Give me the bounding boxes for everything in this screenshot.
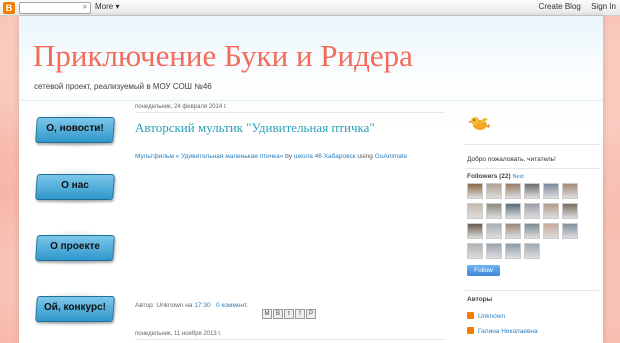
follower-avatar[interactable] [562,203,578,219]
sidebar-divider [465,290,599,291]
followers-heading: Followers (22) Next [467,173,524,180]
blogger-logo-icon[interactable]: B [3,2,15,14]
blogger-profile-icon [467,327,474,334]
search-input[interactable]: ⌕ [19,2,91,14]
post-date: понедельник, 11 ноября 2013 г. [135,331,445,340]
sign-in-link[interactable]: Sign In [591,2,616,11]
post-date: понедельник, 24 февраля 2014 г. [135,104,445,113]
sidebar-divider [465,168,599,169]
post-body-link[interactable]: Мультфильм « Удивительная маленькая птич… [135,153,283,160]
nav-right-links: Create Blog Sign In [531,2,616,11]
follower-avatar[interactable] [467,243,483,259]
follow-button[interactable]: Follow [467,265,500,276]
follower-avatar[interactable] [467,183,483,199]
blog-description: сетевой проект, реализуемый в МОУ СОШ №4… [34,82,212,91]
follower-avatar[interactable] [524,183,540,199]
menu-button-label: О, новости! [46,123,104,134]
follower-avatar[interactable] [505,183,521,199]
more-menu-button[interactable]: More ▾ [95,2,119,11]
follower-avatar[interactable] [467,203,483,219]
share-buttons: MBtfP [262,302,317,320]
follower-avatar[interactable] [524,203,540,219]
follower-avatar[interactable] [486,223,502,239]
author-item[interactable]: Unknown [467,312,505,320]
menu-button-label: О нас [61,180,89,191]
menu-button-contest[interactable]: Ой, конкурс! [27,290,123,328]
follower-avatar[interactable] [562,223,578,239]
email-share-icon[interactable]: M [262,309,272,319]
create-blog-link[interactable]: Create Blog [539,2,581,11]
menu-button-news[interactable]: О, новости! [27,111,123,149]
menu-button-label: Ой, конкурс! [44,302,106,313]
follower-avatar[interactable] [505,203,521,219]
blogger-profile-icon [467,312,474,319]
author-item[interactable]: Галина Николаевна [467,327,538,335]
follower-avatar[interactable] [486,203,502,219]
author-name: Unknown [478,313,506,320]
post-time-link[interactable]: 17:30 [194,302,210,309]
post-author: Автор: Unknown на [135,302,195,309]
followers-label: Followers (22) [467,173,511,180]
goanimate-link[interactable]: GoAnimate [375,153,408,160]
header-divider [19,100,603,101]
welcome-text: Добро пожаловать, читатель! [467,156,556,163]
follower-avatar[interactable] [524,243,540,259]
follower-avatar[interactable] [467,223,483,239]
follower-avatar[interactable] [543,203,559,219]
search-icon[interactable]: ⌕ [80,2,90,12]
blog-title[interactable]: Приключение Буки и Ридера [33,38,413,74]
follower-avatar[interactable] [524,223,540,239]
post-body: Мультфильм « Удивительная маленькая птич… [135,153,407,160]
post-body-text: by [283,153,294,160]
follower-avatar[interactable] [543,223,559,239]
followers-next-link[interactable]: Next [513,174,524,180]
menu-button-label: О проекте [50,241,100,252]
blog-this-icon[interactable]: B [273,309,283,319]
twitter-share-icon[interactable]: t [284,309,294,319]
bird-icon [468,117,490,130]
menu-button-project[interactable]: О проекте [27,229,123,267]
facebook-share-icon[interactable]: f [295,309,305,319]
follower-avatar[interactable] [486,183,502,199]
authors-heading: Авторы [467,296,493,303]
follower-avatar[interactable] [505,223,521,239]
post-author-link[interactable]: школа 46 Хабаровск [294,153,356,160]
author-name: Галина Николаевна [478,328,538,335]
sidebar-divider [465,144,599,145]
blogger-navbar: B ⌕ More ▾ Create Blog Sign In [0,0,620,16]
post-body-text: using [355,153,375,160]
post-comments-link[interactable]: 0 коммент. [216,302,248,309]
post-footer: Автор: Unknown на 17:30 0 коммент. [135,302,248,309]
follower-avatar[interactable] [505,243,521,259]
follower-avatar[interactable] [543,183,559,199]
pinterest-share-icon[interactable]: P [306,309,316,319]
follower-avatar[interactable] [562,183,578,199]
blog-container: Приключение Буки и Ридера сетевой проект… [19,16,603,343]
follower-avatar[interactable] [486,243,502,259]
menu-button-about-us[interactable]: О нас [27,168,123,206]
post-title[interactable]: Авторский мультик "Удивительная птичка" [135,120,375,136]
